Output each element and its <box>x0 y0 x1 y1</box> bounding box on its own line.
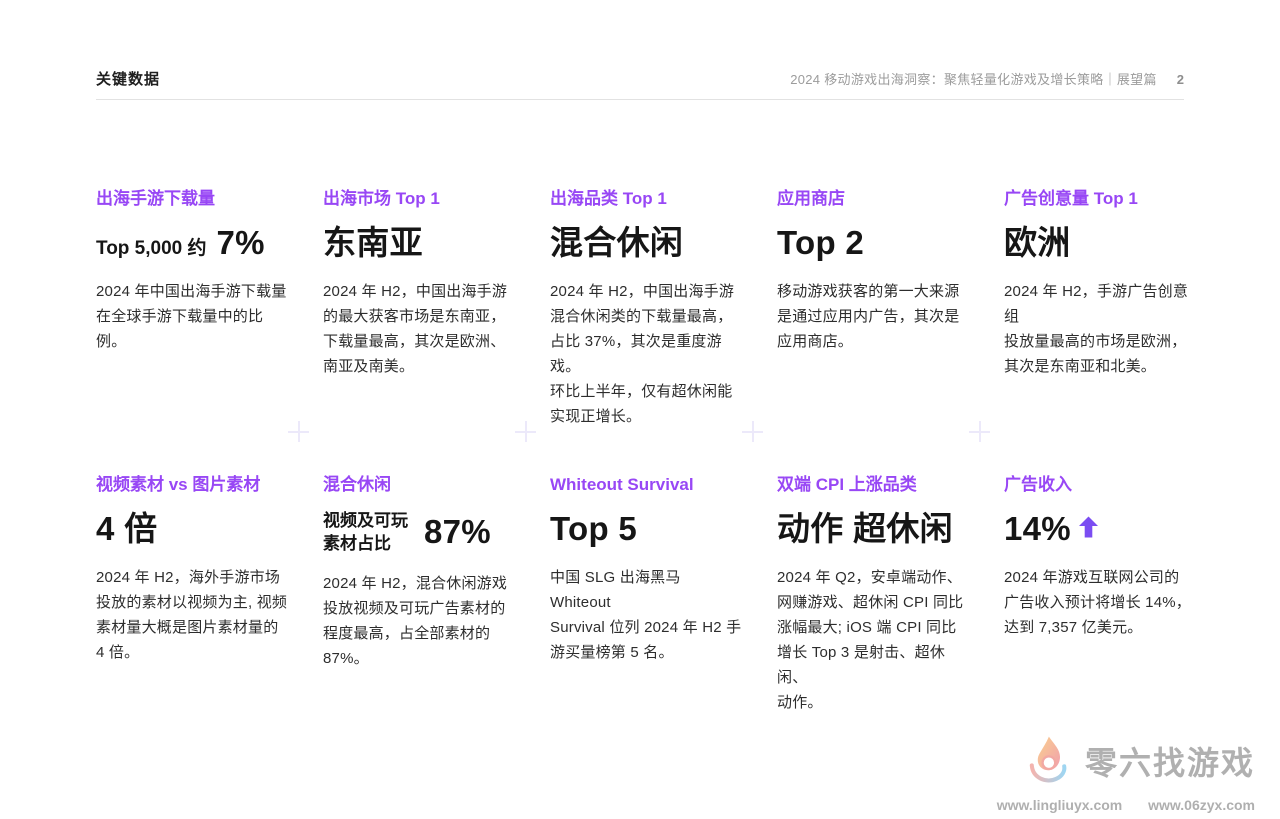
card-value-number: Top 2 <box>777 223 864 263</box>
flame-swirl-logo-icon <box>1021 733 1075 792</box>
card-title: 双端 CPI 上涨品类 <box>777 474 970 496</box>
card-value: 动作 超休闲 <box>777 509 970 549</box>
section-title: 关键数据 <box>96 68 160 89</box>
card-title: 广告收入 <box>1004 474 1197 496</box>
card-body: 中国 SLG 出海黑马 Whiteout Survival 位列 2024 年 … <box>550 565 743 665</box>
plus-mark-icon <box>969 421 990 442</box>
card-value-number: Top 5 <box>550 509 637 549</box>
card-title: 视频素材 vs 图片素材 <box>96 474 289 496</box>
arrow-up-icon <box>1079 516 1098 543</box>
card-value-number: 东南亚 <box>323 223 423 263</box>
document-title: 2024 移动游戏出海洞察：聚焦轻量化游戏及增长策略｜展望篇 <box>790 69 1157 88</box>
card-body: 2024 年 H2，混合休闲游戏 投放视频及可玩广告素材的 程度最高，占全部素材… <box>323 571 516 671</box>
card-body: 2024 年 H2，中国出海手游 的最大获客市场是东南亚， 下载量最高，其次是欧… <box>323 279 516 379</box>
stats-row-2: 视频素材 vs 图片素材 4 倍 2024 年 H2，海外手游市场 投放的素材以… <box>96 474 1231 715</box>
card-body: 2024 年中国出海手游下载量 在全球手游下载量中的比例。 <box>96 279 289 354</box>
stat-card-top-genre: 出海品类 Top 1 混合休闲 2024 年 H2，中国出海手游 混合休闲类的下… <box>550 188 777 429</box>
card-value-number: 欧洲 <box>1004 223 1071 263</box>
watermark-top: 零六找游戏 <box>997 733 1255 792</box>
stat-card-video-vs-image: 视频素材 vs 图片素材 4 倍 2024 年 H2，海外手游市场 投放的素材以… <box>96 474 323 715</box>
card-value-number: 混合休闲 <box>550 223 683 263</box>
plus-mark-icon <box>515 421 536 442</box>
stat-card-top-market: 出海市场 Top 1 东南亚 2024 年 H2，中国出海手游 的最大获客市场是… <box>323 188 550 429</box>
stat-card-ad-creatives: 广告创意量 Top 1 欧洲 2024 年 H2，手游广告创意组 投放量最高的市… <box>1004 188 1231 429</box>
card-value: Top 5 <box>550 509 743 549</box>
report-page: 关键数据 2024 移动游戏出海洞察：聚焦轻量化游戏及增长策略｜展望篇 2 出海… <box>0 0 1280 819</box>
stat-card-app-store: 应用商店 Top 2 移动游戏获客的第一大来源 是通过应用内广告，其次是 应用商… <box>777 188 1004 429</box>
card-value-prefix: 视频及可玩 素材占比 <box>323 509 408 555</box>
stat-card-cpi-rise: 双端 CPI 上涨品类 动作 超休闲 2024 年 Q2，安卓端动作、 网赚游戏… <box>777 474 1004 715</box>
card-value-number: 4 倍 <box>96 509 157 549</box>
card-value: 14% <box>1004 509 1197 549</box>
card-value: 4 倍 <box>96 509 289 549</box>
card-value: 欧洲 <box>1004 223 1197 263</box>
stat-card-hybrid-casual-creatives: 混合休闲 视频及可玩 素材占比 87% 2024 年 H2，混合休闲游戏 投放视… <box>323 474 550 715</box>
watermark: 零六找游戏 www.lingliuyx.com www.06zyx.com <box>997 733 1255 813</box>
page-number: 2 <box>1177 72 1184 87</box>
card-value-prefix: Top 5,000 约 <box>96 233 207 260</box>
card-title: 应用商店 <box>777 188 970 210</box>
card-value: Top 5,000 约 7% <box>96 223 289 263</box>
stat-card-downloads: 出海手游下载量 Top 5,000 约 7% 2024 年中国出海手游下载量 在… <box>96 188 323 429</box>
card-value: 混合休闲 <box>550 223 743 263</box>
card-body: 2024 年 H2，手游广告创意组 投放量最高的市场是欧洲， 其次是东南亚和北美… <box>1004 279 1197 379</box>
card-body: 2024 年 Q2，安卓端动作、 网赚游戏、超休闲 CPI 同比 涨幅最大; i… <box>777 565 970 715</box>
watermark-brand: 零六找游戏 <box>1085 747 1255 779</box>
watermark-urls: www.lingliuyx.com www.06zyx.com <box>997 797 1255 813</box>
page-header: 关键数据 2024 移动游戏出海洞察：聚焦轻量化游戏及增长策略｜展望篇 2 <box>96 68 1184 89</box>
card-title: 出海品类 Top 1 <box>550 188 743 210</box>
watermark-url-right: www.06zyx.com <box>1148 797 1255 813</box>
card-value-number: 动作 超休闲 <box>777 509 953 549</box>
card-body: 2024 年游戏互联网公司的 广告收入预计将增长 14%， 达到 7,357 亿… <box>1004 565 1197 640</box>
header-right: 2024 移动游戏出海洞察：聚焦轻量化游戏及增长策略｜展望篇 2 <box>790 69 1184 88</box>
card-value-number: 14% <box>1004 509 1071 549</box>
card-body: 2024 年 H2，海外手游市场 投放的素材以视频为主, 视频 素材量大概是图片… <box>96 565 289 665</box>
card-value: 视频及可玩 素材占比 87% <box>323 509 516 555</box>
card-value: 东南亚 <box>323 223 516 263</box>
card-title: Whiteout Survival <box>550 474 743 496</box>
card-body: 移动游戏获客的第一大来源 是通过应用内广告，其次是 应用商店。 <box>777 279 970 354</box>
plus-mark-icon <box>742 421 763 442</box>
stat-card-whiteout-survival: Whiteout Survival Top 5 中国 SLG 出海黑马 Whit… <box>550 474 777 715</box>
stats-row-1: 出海手游下载量 Top 5,000 约 7% 2024 年中国出海手游下载量 在… <box>96 188 1231 429</box>
card-value-number: 7% <box>217 223 265 263</box>
card-value-number: 87% <box>424 512 491 552</box>
card-title: 出海手游下载量 <box>96 188 289 210</box>
card-title: 出海市场 Top 1 <box>323 188 516 210</box>
header-divider <box>96 99 1184 100</box>
watermark-url-left: www.lingliuyx.com <box>997 797 1123 813</box>
card-body: 2024 年 H2，中国出海手游 混合休闲类的下载量最高， 占比 37%，其次是… <box>550 279 743 429</box>
stat-card-ad-revenue: 广告收入 14% 2024 年游戏互联网公司的 广告收入预计将增长 14%， 达… <box>1004 474 1231 715</box>
plus-mark-icon <box>288 421 309 442</box>
card-title: 混合休闲 <box>323 474 516 496</box>
card-title: 广告创意量 Top 1 <box>1004 188 1197 210</box>
card-value: Top 2 <box>777 223 970 263</box>
